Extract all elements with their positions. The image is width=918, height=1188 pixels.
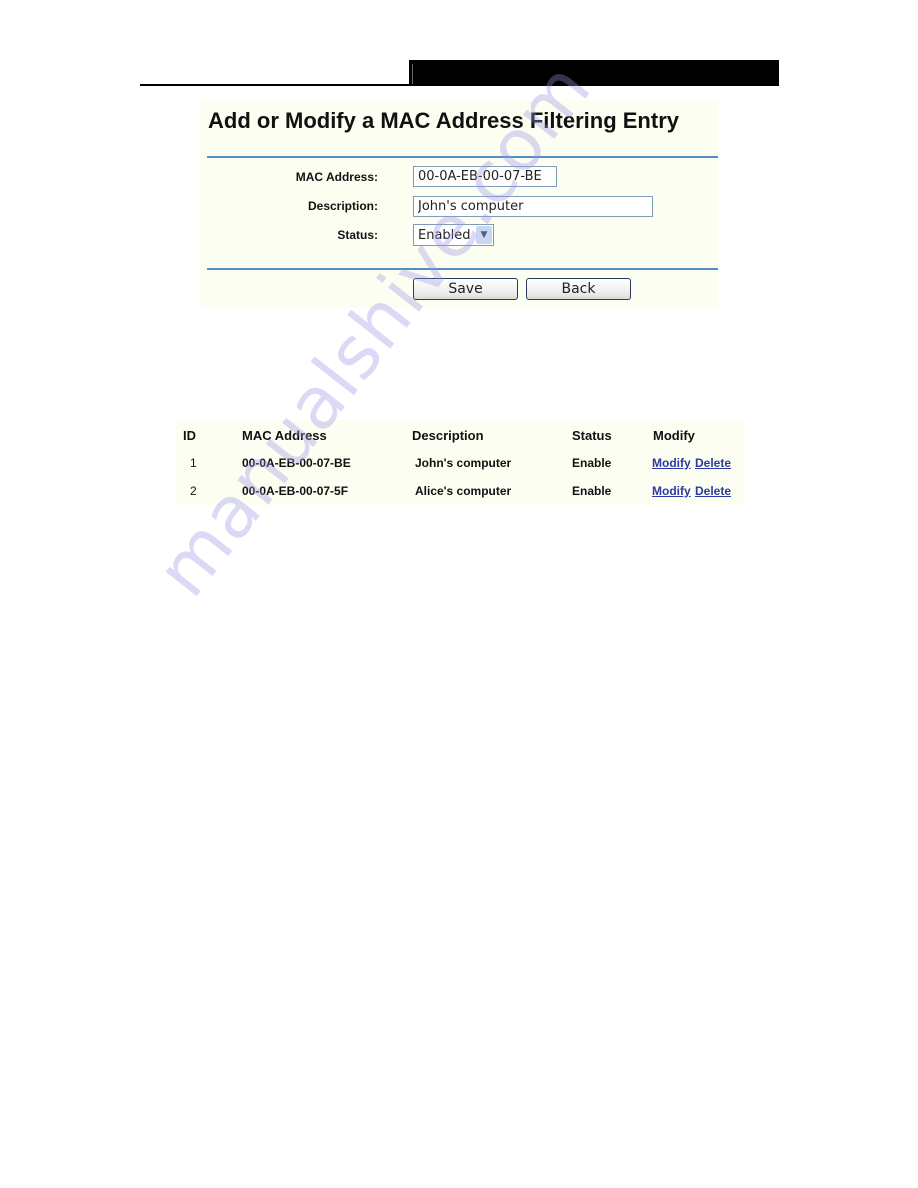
description-label: Description: bbox=[307, 199, 378, 213]
status-label: Status: bbox=[337, 228, 378, 242]
save-button[interactable]: Save bbox=[413, 278, 518, 300]
status-select[interactable]: Enabled ▼ bbox=[413, 224, 494, 246]
mac-address-label: MAC Address: bbox=[295, 170, 378, 184]
divider bbox=[207, 268, 718, 270]
cell-status: Enable bbox=[572, 484, 612, 498]
delete-link[interactable]: Delete bbox=[695, 484, 731, 498]
header-rule bbox=[140, 84, 410, 86]
cell-mac: 00-0A-EB-00-07-BE bbox=[242, 456, 351, 470]
header-bar bbox=[409, 60, 779, 86]
page-title: Add or Modify a MAC Address Filtering En… bbox=[208, 108, 679, 133]
column-header-mac: MAC Address bbox=[242, 428, 327, 443]
divider bbox=[207, 156, 718, 158]
cell-description: Alice's computer bbox=[415, 484, 512, 498]
mac-filter-form: Add or Modify a MAC Address Filtering En… bbox=[200, 100, 718, 308]
mac-filter-table: ID MAC Address Description Status Modify… bbox=[175, 420, 745, 505]
modify-link[interactable]: Modify bbox=[652, 456, 691, 470]
mac-address-input[interactable] bbox=[413, 166, 557, 187]
status-select-value: Enabled bbox=[418, 228, 471, 243]
cell-status: Enable bbox=[572, 456, 612, 470]
cell-description: John's computer bbox=[415, 456, 512, 470]
delete-link[interactable]: Delete bbox=[695, 456, 731, 470]
modify-link[interactable]: Modify bbox=[652, 484, 691, 498]
column-header-id: ID bbox=[183, 428, 196, 443]
column-header-description: Description bbox=[412, 428, 484, 443]
description-input[interactable] bbox=[413, 196, 653, 217]
header-divider bbox=[412, 64, 413, 84]
cell-id: 1 bbox=[190, 456, 197, 470]
cell-mac: 00-0A-EB-00-07-5F bbox=[242, 484, 349, 498]
back-button[interactable]: Back bbox=[526, 278, 631, 300]
column-header-modify: Modify bbox=[653, 428, 695, 443]
cell-id: 2 bbox=[190, 484, 197, 498]
chevron-down-icon[interactable]: ▼ bbox=[476, 226, 492, 244]
column-header-status: Status bbox=[572, 428, 612, 443]
